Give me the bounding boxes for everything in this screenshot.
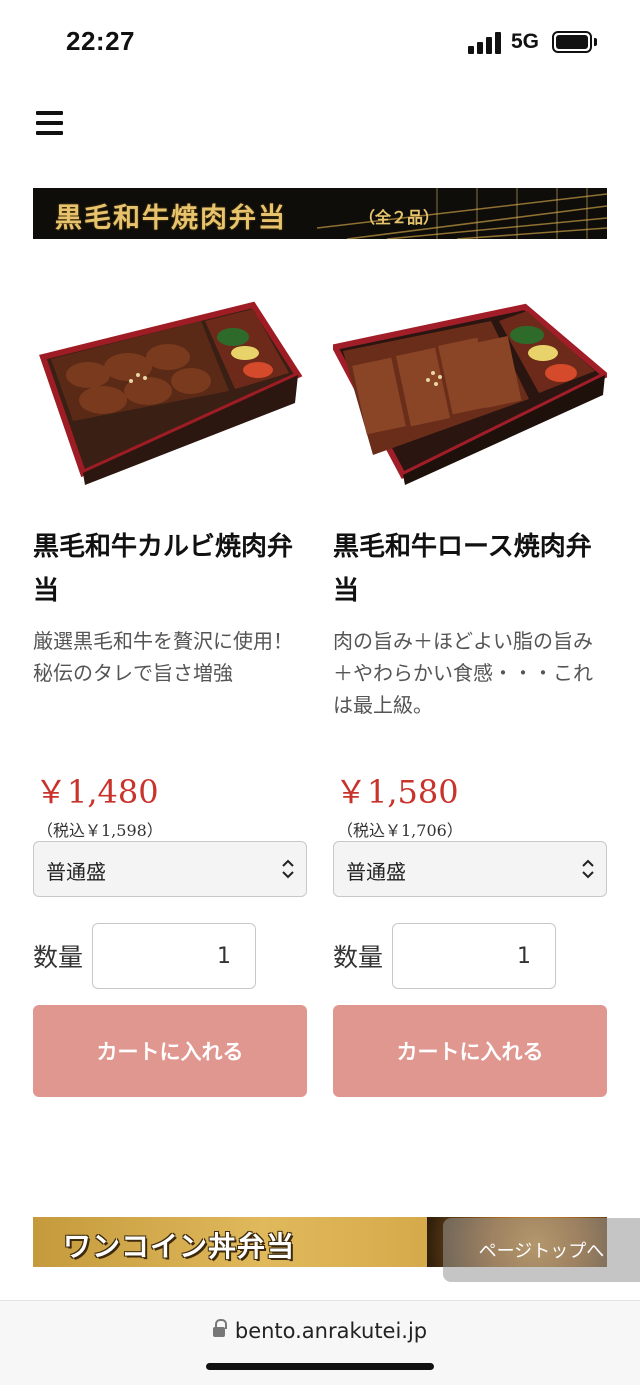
product-description: 厳選黒毛和牛を贅沢に使用！秘伝のタレで旨さ増強 — [33, 629, 293, 685]
product-price: ￥1,480 — [35, 773, 159, 811]
network-type: 5G — [511, 30, 540, 53]
product-description: 肉の旨み＋ほどよい脂の旨み＋やわらかい食感・・・これは最上級。 — [333, 629, 593, 717]
chevron-up-down-icon — [582, 859, 594, 879]
battery-tip — [594, 38, 597, 46]
product-name: 黒毛和牛ロース焼肉弁当 — [333, 532, 592, 606]
chevron-up-down-icon — [282, 859, 294, 879]
size-select-value: 普通盛 — [46, 860, 106, 884]
product-price: ￥1,580 — [335, 773, 459, 811]
banner-subtitle: （全２品） — [359, 208, 440, 227]
tax-included-price: （税込￥1,706） — [337, 821, 463, 840]
add-to-cart-button[interactable]: カートに入れる — [333, 1005, 607, 1097]
cellular-signal-icon — [468, 32, 502, 54]
add-to-cart-button[interactable]: カートに入れる — [33, 1005, 307, 1097]
status-time: 22:27 — [66, 26, 135, 56]
quantity-label: 数量 — [33, 943, 84, 972]
url-text: bento.anrakutei.jp — [234, 1319, 428, 1343]
size-select[interactable]: 普通盛 — [33, 841, 307, 897]
rosu-bento-image — [330, 303, 611, 485]
banner-title: ワンコイン丼弁当 — [63, 1230, 296, 1263]
hamburger-menu-icon[interactable] — [36, 110, 64, 136]
product-card-rosu: 黒毛和牛ロース焼肉弁当 肉の旨み＋ほどよい脂の旨み＋やわらかい食感・・・これは最… — [330, 295, 611, 1097]
product-card-karubi: 黒毛和牛カルビ焼肉弁当 厳選黒毛和牛を贅沢に使用！秘伝のタレで旨さ増強 ￥1,4… — [33, 295, 307, 1097]
status-bar: 22:27 5G — [0, 0, 640, 88]
karubi-bento-image — [39, 301, 303, 485]
page-top-button[interactable]: ページトップへ — [443, 1218, 640, 1282]
home-indicator[interactable] — [206, 1363, 434, 1370]
lock-icon — [212, 1319, 227, 1339]
quantity-input[interactable] — [92, 923, 256, 989]
battery-icon — [552, 31, 592, 53]
wagyu-section-banner: 黒毛和牛焼肉弁当 （全２品） — [33, 188, 607, 239]
quantity-label: 数量 — [333, 943, 384, 972]
tax-included-price: （税込￥1,598） — [37, 821, 163, 840]
banner-title: 黒毛和牛焼肉弁当 — [55, 203, 287, 234]
size-select-value: 普通盛 — [346, 860, 406, 884]
product-name: 黒毛和牛カルビ焼肉弁当 — [33, 532, 294, 606]
address-bar[interactable]: bento.anrakutei.jp — [0, 1319, 640, 1343]
browser-bottom-bar: bento.anrakutei.jp — [0, 1300, 640, 1385]
quantity-input[interactable] — [392, 923, 556, 989]
size-select[interactable]: 普通盛 — [333, 841, 607, 897]
